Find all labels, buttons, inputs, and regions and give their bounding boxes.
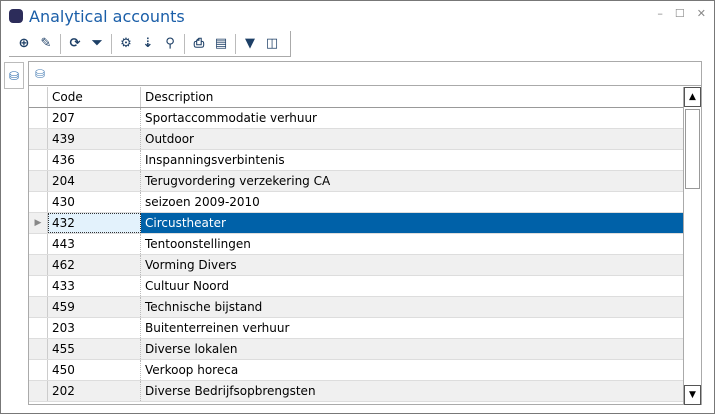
cell-code[interactable]: 443	[48, 234, 141, 254]
table-row[interactable]: 455 Diverse lokalen	[29, 339, 701, 360]
scroll-thumb[interactable]	[685, 109, 700, 189]
toolbar-separator	[60, 33, 61, 54]
cell-description[interactable]: seizoen 2009-2010	[141, 192, 684, 212]
row-indicator	[29, 276, 48, 296]
cell-description[interactable]: Diverse Bedrijfsopbrengsten	[141, 381, 684, 401]
cell-code[interactable]: 462	[48, 255, 141, 275]
clear-filter-button[interactable]: ⏷	[86, 33, 108, 55]
row-indicator	[29, 108, 48, 128]
cell-code[interactable]: 439	[48, 129, 141, 149]
columns-button[interactable]: ◫	[261, 33, 283, 55]
table-row[interactable]: 439 Outdoor	[29, 129, 701, 150]
column-header-description[interactable]: Description	[141, 87, 684, 107]
cell-code[interactable]: 203	[48, 318, 141, 338]
row-indicator	[29, 192, 48, 212]
table-row[interactable]: 202 Diverse Bedrijfsopbrengsten	[29, 381, 701, 402]
sort-az-button[interactable]: ⇣	[137, 33, 159, 55]
table-row[interactable]: 450 Verkoop horeca	[29, 360, 701, 381]
table-row[interactable]: 436 Inspanningsverbintenis	[29, 150, 701, 171]
row-indicator	[29, 297, 48, 317]
cell-description[interactable]: Verkoop horeca	[141, 360, 684, 380]
row-indicator	[29, 234, 48, 254]
cell-code[interactable]: 207	[48, 108, 141, 128]
app-icon	[9, 9, 23, 23]
cell-code[interactable]: 202	[48, 381, 141, 401]
edit-button[interactable]: ✎	[35, 33, 57, 55]
scroll-down-button[interactable]: ▼	[684, 385, 701, 405]
cell-code[interactable]: 204	[48, 171, 141, 191]
cell-description[interactable]: Technische bijstand	[141, 297, 684, 317]
table-row[interactable]: 443 Tentoonstellingen	[29, 234, 701, 255]
table-row[interactable]: 462 Vorming Divers	[29, 255, 701, 276]
cell-description[interactable]: Terugvordering verzekering CA	[141, 171, 684, 191]
cell-description[interactable]: Vorming Divers	[141, 255, 684, 275]
database-icon: ⛁	[35, 66, 46, 81]
accounts-grid: ⛁ Code Description 207 Sportaccommodatie …	[28, 61, 702, 405]
toolbar: ⊕ ✎ ⟳ ⏷ ⚙ ⇣ ⚲ ⎙ ▤ ▼ ◫	[9, 31, 291, 57]
toolbar-separator	[184, 33, 185, 54]
cell-description[interactable]: Inspanningsverbintenis	[141, 150, 684, 170]
window-title: Analytical accounts	[29, 6, 185, 26]
cell-code[interactable]: 459	[48, 297, 141, 317]
cell-description[interactable]: Buitenterreinen verhuur	[141, 318, 684, 338]
maximize-button[interactable]: ☐	[675, 7, 685, 20]
database-search-button[interactable]: ⛁	[4, 62, 24, 89]
export-csv-button[interactable]: ▤	[210, 33, 232, 55]
cell-code[interactable]: 436	[48, 150, 141, 170]
print-button[interactable]: ⎙	[188, 33, 210, 55]
table-row[interactable]: ▶ 432 Circustheater	[29, 213, 701, 234]
cell-description[interactable]: Circustheater	[141, 213, 684, 233]
filter-button[interactable]: ▼	[239, 33, 261, 55]
cell-code[interactable]: 455	[48, 339, 141, 359]
row-indicator	[29, 318, 48, 338]
table-row[interactable]: 204 Terugvordering verzekering CA	[29, 171, 701, 192]
minimize-button[interactable]: –	[657, 7, 663, 20]
title-bar: Analytical accounts	[9, 5, 185, 27]
toolbar-separator	[235, 33, 236, 54]
row-indicator	[29, 339, 48, 359]
row-indicator	[29, 381, 48, 401]
cell-code[interactable]: 430	[48, 192, 141, 212]
column-header-code[interactable]: Code	[48, 87, 141, 107]
cell-code[interactable]: 450	[48, 360, 141, 380]
cell-code[interactable]: 433	[48, 276, 141, 296]
window: Analytical accounts – ☐ ✕ ⊕ ✎ ⟳ ⏷ ⚙ ⇣ ⚲ ⎙ ▤ ▼ ◫ ⛁ …	[0, 0, 715, 414]
row-indicator	[29, 129, 48, 149]
settings-button[interactable]: ⚙	[115, 33, 137, 55]
search-button[interactable]: ⚲	[159, 33, 181, 55]
cell-description[interactable]: Cultuur Noord	[141, 276, 684, 296]
table-row[interactable]: 430 seizoen 2009-2010	[29, 192, 701, 213]
table-row[interactable]: 433 Cultuur Noord	[29, 276, 701, 297]
table-row[interactable]: 459 Technische bijstand	[29, 297, 701, 318]
cell-description[interactable]: Tentoonstellingen	[141, 234, 684, 254]
add-button[interactable]: ⊕	[13, 33, 35, 55]
cell-code[interactable]: 432	[48, 213, 141, 233]
close-button[interactable]: ✕	[697, 7, 706, 20]
cell-description[interactable]: Outdoor	[141, 129, 684, 149]
scroll-up-button[interactable]: ▲	[684, 87, 701, 107]
row-indicator	[29, 255, 48, 275]
row-indicator	[29, 360, 48, 380]
row-indicator	[29, 171, 48, 191]
refresh-button[interactable]: ⟳	[64, 33, 86, 55]
cell-description[interactable]: Sportaccommodatie verhuur	[141, 108, 684, 128]
row-indicator: ▶	[29, 213, 48, 233]
table-row[interactable]: 207 Sportaccommodatie verhuur	[29, 108, 701, 129]
toolbar-separator	[111, 33, 112, 54]
table-row[interactable]: 203 Buitenterreinen verhuur	[29, 318, 701, 339]
grid-header: Code Description	[29, 87, 701, 108]
cell-description[interactable]: Diverse lokalen	[141, 339, 684, 359]
row-indicator	[29, 150, 48, 170]
vertical-scrollbar[interactable]: ▲ ▼	[683, 87, 701, 405]
